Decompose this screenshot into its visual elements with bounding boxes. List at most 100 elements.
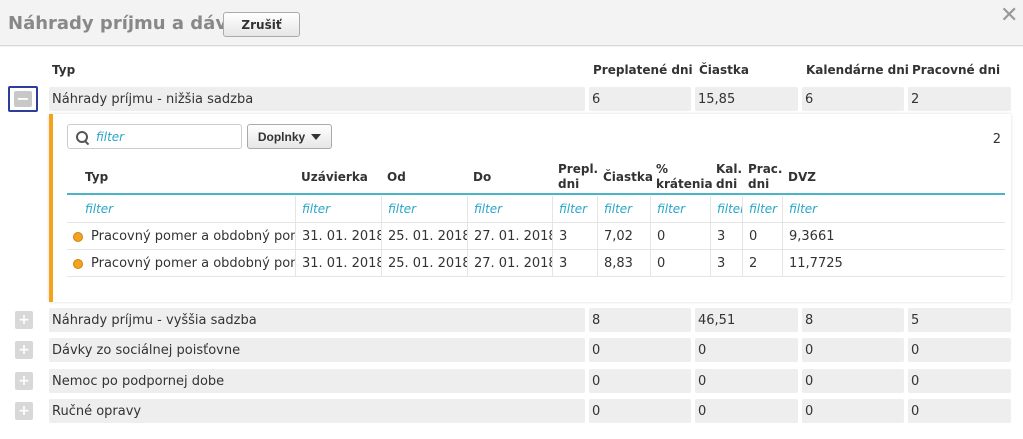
column-filter-prepl[interactable]: filter [553, 196, 598, 222]
column-filter-typ[interactable]: filter [79, 196, 296, 222]
column-header-preplatene-dni: Preplatené dni [593, 63, 693, 77]
table-row[interactable]: Pracovný pomer a obdobný pomer 31. 01. 2… [67, 222, 1005, 250]
cell-od: 25. 01. 2018 [382, 223, 468, 250]
column-filter-kratenia[interactable]: filter [651, 196, 711, 222]
cell-preplatene: 6 [589, 87, 691, 111]
column-filter-kal[interactable]: filter [711, 196, 743, 222]
cell-preplatene: 0 [589, 399, 691, 423]
cell-uzavierka: 31. 01. 2018 [296, 250, 382, 277]
cell-prac: 2 [743, 250, 783, 277]
plus-icon: + [18, 342, 30, 358]
cell-do: 27. 01. 2018 [468, 250, 553, 277]
search-icon [76, 130, 88, 143]
cell-kalendarne: 0 [802, 369, 904, 393]
plus-icon: + [18, 312, 30, 328]
sub-header-uzavierka: Uzávierka [301, 170, 368, 184]
cell-pracovne: 2 [908, 87, 1011, 111]
table-row[interactable]: Pracovný pomer a obdobný pomer 31. 01. 2… [67, 249, 1005, 277]
cell-typ: Pracovný pomer a obdobný pomer [67, 223, 296, 250]
cell-typ: Ručné opravy [49, 399, 585, 423]
dialog-header: Náhrady príjmu a dávky Zrušiť ✕ [0, 0, 1023, 46]
sub-header-kal-line1: Kal. [716, 162, 743, 176]
sub-header-do: Do [473, 170, 492, 184]
sub-header-prac-dni: Prac. dni [748, 162, 782, 192]
cell-typ: Nemoc po podpornej dobe [49, 369, 585, 393]
cell-typ: Náhrady príjmu - nižšia sadzba [49, 87, 585, 111]
column-filter-prac[interactable]: filter [743, 196, 783, 222]
cell-pracovne: 5 [908, 308, 1011, 332]
expand-toggle[interactable]: + [15, 372, 33, 390]
cell-typ: Dávky zo sociálnej poisťovne [49, 338, 585, 362]
cell-kal: 3 [711, 250, 743, 277]
record-count: 2 [992, 132, 1001, 147]
cell-ciastka: 8,83 [598, 250, 651, 277]
doplnky-dropdown-button[interactable]: Doplnky [247, 124, 332, 149]
column-header-kalendarne-dni: Kalendárne dni [806, 63, 909, 77]
cell-preplatene: 0 [589, 338, 691, 362]
expand-toggle[interactable]: + [15, 311, 33, 329]
column-header-pracovne-dni: Pracovné dni [912, 63, 1001, 77]
caret-down-icon [311, 133, 322, 140]
sub-header-kratenia: % krátenia [656, 162, 713, 192]
detail-panel: Doplnky 2 Typ Uzávierka Od Do Prepl. dni… [49, 114, 1011, 302]
close-icon[interactable]: ✕ [1000, 3, 1018, 28]
dialog-title: Náhrady príjmu a dávky [8, 13, 251, 34]
dialog-body: Typ Preplatené dni Čiastka Kalendárne dn… [0, 47, 1023, 439]
column-filter-dvz[interactable]: filter [783, 196, 1005, 222]
status-dot-icon [73, 258, 83, 269]
cell-preplatene: 8 [589, 308, 691, 332]
cell-do: 27. 01. 2018 [468, 223, 553, 250]
sub-header-dvz: DVZ [788, 170, 816, 184]
cell-preplatene: 0 [589, 369, 691, 393]
cell-typ-text: Pracovný pomer a obdobný pomer [91, 229, 296, 244]
column-filter-od[interactable]: filter [382, 196, 468, 222]
cell-dvz: 9,3661 [789, 229, 835, 244]
sub-header-typ: Typ [85, 170, 109, 184]
cell-prepl: 3 [553, 250, 598, 277]
cell-typ-text: Pracovný pomer a obdobný pomer [91, 256, 296, 271]
plus-icon: + [18, 403, 30, 419]
cell-kalendarne: 8 [802, 308, 904, 332]
column-filter-do[interactable]: filter [468, 196, 553, 222]
cell-ciastka: 15,85 [695, 87, 798, 111]
cell-kalendarne: 6 [802, 87, 904, 111]
cell-od: 25. 01. 2018 [382, 250, 468, 277]
cell-prac: 0 [743, 223, 783, 250]
sub-header-od: Od [387, 170, 406, 184]
sub-header-prepl-dni: Prepl. dni [558, 162, 598, 192]
column-header-typ: Typ [52, 63, 76, 77]
cell-kratenia: 0 [651, 223, 711, 250]
status-dot-icon [73, 231, 83, 242]
expand-toggle[interactable]: + [15, 402, 33, 420]
expand-toggle[interactable]: + [15, 341, 33, 359]
sub-header-prepl-line2: dni [558, 177, 580, 191]
cell-kalendarne: 0 [802, 338, 904, 362]
cell-ciastka: 0 [695, 369, 798, 393]
cell-uzavierka: 31. 01. 2018 [296, 223, 382, 250]
plus-icon: + [18, 373, 30, 389]
column-filter-uzavierka[interactable]: filter [296, 196, 382, 222]
minus-icon: − [14, 91, 32, 107]
cell-ciastka: 7,02 [598, 223, 651, 250]
sub-header-prac-line1: Prac. [748, 162, 783, 176]
cell-kal: 3 [711, 223, 743, 250]
cell-pracovne: 0 [908, 338, 1011, 362]
cell-typ: Pracovný pomer a obdobný pomer [67, 250, 296, 277]
filter-input[interactable] [96, 129, 226, 144]
cell-pracovne: 0 [908, 369, 1011, 393]
collapse-toggle[interactable]: − [8, 86, 38, 112]
cancel-button[interactable]: Zrušiť [223, 12, 300, 37]
doplnky-label: Doplnky [257, 129, 306, 144]
cell-prepl: 3 [553, 223, 598, 250]
column-filter-ciastka[interactable]: filter [598, 196, 651, 222]
cell-ciastka: 0 [695, 338, 798, 362]
sub-header-prac-line2: dni [748, 177, 770, 191]
cell-kratenia: 0 [651, 250, 711, 277]
filter-box[interactable] [67, 124, 242, 149]
sub-header-prepl-line1: Prepl. [558, 162, 599, 176]
cell-typ: Náhrady príjmu - vyššia sadzba [49, 308, 585, 332]
cell-ciastka: 46,51 [695, 308, 798, 332]
cell-dvz: 11,7725 [789, 256, 843, 271]
sub-header-kratenia-line2: krátenia [656, 177, 713, 191]
sub-header-kal-dni: Kal. dni [716, 162, 742, 192]
